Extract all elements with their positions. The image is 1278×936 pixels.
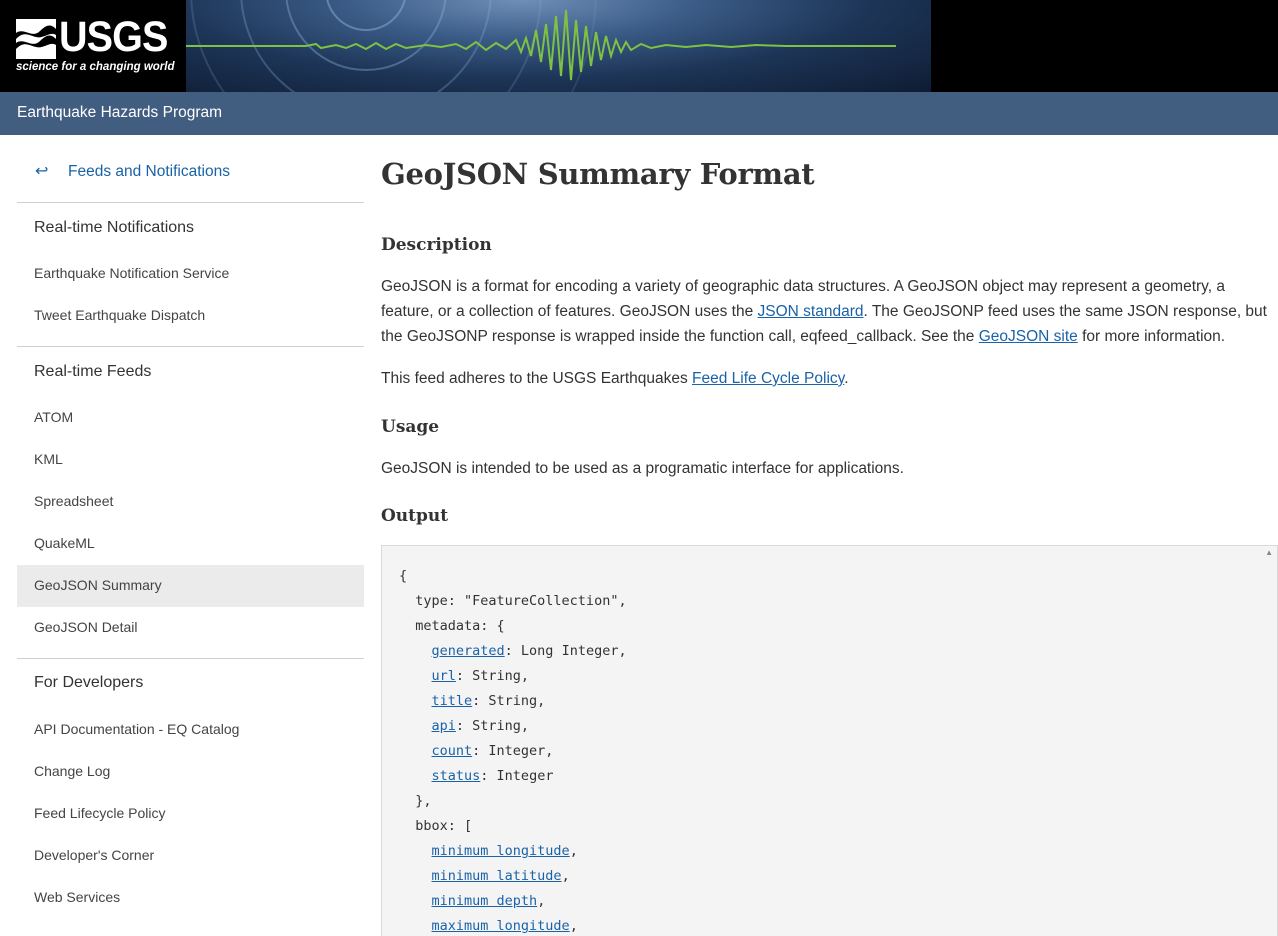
field-separator: , xyxy=(537,893,546,909)
sidebar-item-developers-corner[interactable]: Developer's Corner xyxy=(17,835,364,877)
code-line: type: "FeatureCollection", xyxy=(399,593,627,609)
divider xyxy=(17,202,364,203)
code-line: }, xyxy=(399,793,432,809)
site-header: USGS science for a changing world xyxy=(0,0,1278,92)
field-link-api[interactable]: api xyxy=(432,718,456,734)
divider xyxy=(17,346,364,347)
field-type: : Integer, xyxy=(472,743,554,759)
sidebar-item-earthquake-notification-service[interactable]: Earthquake Notification Service xyxy=(17,253,364,295)
field-link-url[interactable]: url xyxy=(432,668,456,684)
program-title[interactable]: Earthquake Hazards Program xyxy=(17,104,222,122)
field-link-count[interactable]: count xyxy=(432,743,473,759)
sidebar-item-feed-lifecycle-policy[interactable]: Feed Lifecycle Policy xyxy=(17,793,364,835)
sidebar-item-web-services[interactable]: Web Services xyxy=(17,877,364,919)
sidebar-nav: ↩ Feeds and Notifications Real-time Noti… xyxy=(17,135,364,936)
seismogram-banner xyxy=(186,0,931,92)
sidebar-item-quakeml[interactable]: QuakeML xyxy=(17,523,364,565)
sidebar-item-label: KML xyxy=(34,451,63,467)
field-link-status[interactable]: status xyxy=(432,768,481,784)
code-line: metadata: { xyxy=(399,618,505,634)
section-title-developers: For Developers xyxy=(34,674,144,691)
policy-text: This feed adheres to the USGS Earthquake… xyxy=(381,370,693,387)
usgs-logo[interactable]: USGS science for a changing world xyxy=(0,0,186,92)
usage-heading: Usage xyxy=(381,417,440,437)
section-title-feeds: Real-time Feeds xyxy=(34,363,152,380)
description-text: for more information. xyxy=(1077,328,1226,345)
sidebar-item-tweet-earthquake-dispatch[interactable]: Tweet Earthquake Dispatch xyxy=(17,295,364,337)
usage-text: GeoJSON is intended to be used as a prog… xyxy=(381,460,904,477)
program-bar: Earthquake Hazards Program xyxy=(0,92,1278,135)
code-block[interactable]: ▲ { type: "FeatureCollection", metadata:… xyxy=(381,545,1278,936)
field-type: : String, xyxy=(455,668,530,684)
field-separator: , xyxy=(569,918,578,934)
sidebar-item-label: QuakeML xyxy=(34,535,95,551)
field-separator: , xyxy=(561,868,570,884)
field-type: : Integer xyxy=(480,768,554,784)
logo-text: USGS xyxy=(59,13,168,61)
sidebar-item-label: Developer's Corner xyxy=(34,847,155,863)
sidebar-item-api-documentation[interactable]: API Documentation - EQ Catalog xyxy=(17,709,364,751)
sidebar-item-geojson-summary[interactable]: GeoJSON Summary xyxy=(17,565,364,607)
description-heading: Description xyxy=(381,235,492,255)
sidebar-item-label: Web Services xyxy=(34,889,121,905)
field-type: : Long Integer, xyxy=(504,643,627,659)
section-title-notifications: Real-time Notifications xyxy=(34,219,195,236)
geojson-site-link[interactable]: GeoJSON site xyxy=(979,328,1078,345)
sidebar-item-label: GeoJSON Detail xyxy=(34,619,138,635)
back-link-feeds[interactable]: ↩ Feeds and Notifications xyxy=(17,157,364,189)
field-link-title[interactable]: title xyxy=(432,693,473,709)
sidebar-item-change-log[interactable]: Change Log xyxy=(17,751,364,793)
field-type: : String, xyxy=(455,718,530,734)
sidebar-item-label: Feed Lifecycle Policy xyxy=(34,805,166,821)
sidebar-item-label: Change Log xyxy=(34,763,111,779)
sidebar-item-label: Earthquake Notification Service xyxy=(34,265,230,281)
sidebar-item-label: Spreadsheet xyxy=(34,493,114,509)
back-link-label: Feeds and Notifications xyxy=(68,163,230,180)
return-arrow-icon: ↩ xyxy=(35,163,49,180)
sidebar-item-spreadsheet[interactable]: Spreadsheet xyxy=(17,481,364,523)
field-link-maximum-longitude[interactable]: maximum longitude xyxy=(432,918,570,934)
field-link-minimum-longitude[interactable]: minimum longitude xyxy=(432,843,570,859)
sidebar-item-kml[interactable]: KML xyxy=(17,439,364,481)
json-standard-link[interactable]: JSON standard xyxy=(758,303,864,320)
feed-life-cycle-policy-link[interactable]: Feed Life Cycle Policy xyxy=(692,370,844,387)
main-content: GeoJSON Summary Format Description GeoJS… xyxy=(381,135,1278,936)
description-paragraph: GeoJSON is a format for encoding a varie… xyxy=(381,274,1271,349)
output-heading: Output xyxy=(381,506,449,526)
logo-tagline: science for a changing world xyxy=(16,61,175,73)
field-separator: , xyxy=(569,843,578,859)
field-link-minimum-depth[interactable]: minimum depth xyxy=(432,893,538,909)
page-title: GeoJSON Summary Format xyxy=(381,157,815,191)
divider xyxy=(17,658,364,659)
field-link-minimum-latitude[interactable]: minimum latitude xyxy=(432,868,562,884)
sidebar-item-label: Tweet Earthquake Dispatch xyxy=(34,307,206,323)
policy-text-end: . xyxy=(844,370,849,387)
sidebar-item-label: ATOM xyxy=(34,409,74,425)
field-type: : String, xyxy=(472,693,546,709)
sidebar-item-label: GeoJSON Summary xyxy=(34,577,162,593)
policy-paragraph: This feed adheres to the USGS Earthquake… xyxy=(381,366,1271,391)
sidebar-item-geojson-detail[interactable]: GeoJSON Detail xyxy=(17,607,364,649)
scroll-up-icon[interactable]: ▲ xyxy=(1265,548,1273,557)
seismogram-graphic xyxy=(186,0,896,92)
code-line: { xyxy=(399,568,408,584)
sidebar-item-label: API Documentation - EQ Catalog xyxy=(34,721,240,737)
code-line: bbox: [ xyxy=(399,818,473,834)
usgs-wave-icon xyxy=(16,19,56,59)
sidebar-item-atom[interactable]: ATOM xyxy=(17,397,364,439)
code-content: { type: "FeatureCollection", metadata: {… xyxy=(399,564,627,936)
field-link-generated[interactable]: generated xyxy=(432,643,505,659)
